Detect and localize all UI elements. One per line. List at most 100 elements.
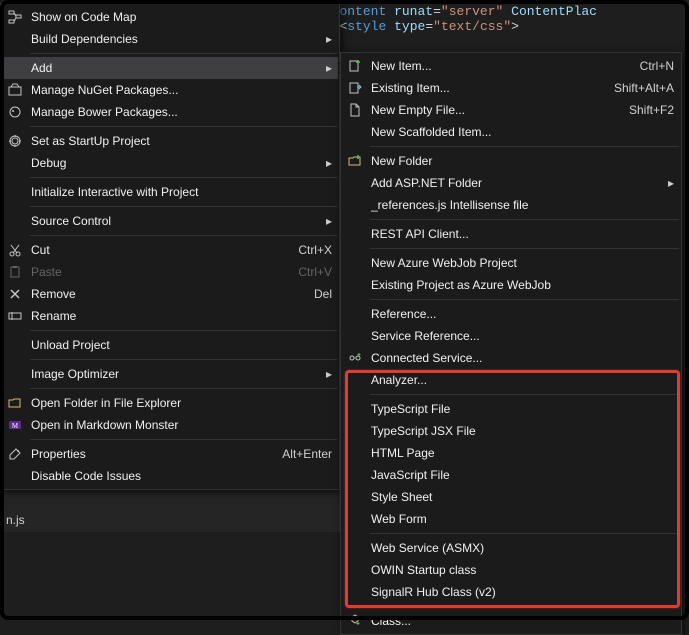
ctx-source-control[interactable]: Source Control▸ [2,210,338,232]
add-class[interactable]: Class... [342,610,680,632]
add-references-js-intellisense-file[interactable]: _references.js Intellisense file [342,194,680,216]
blank-icon [5,213,25,229]
ctx-disable-code-issues[interactable]: Disable Code Issues [2,465,338,487]
menu-item-label: Cut [31,243,286,257]
chevron-right-icon: ▸ [322,156,332,170]
menu-item-label: Paste [31,265,286,279]
ctx-initialize-interactive-with-project[interactable]: Initialize Interactive with Project [2,181,338,203]
add-style-sheet[interactable]: Style Sheet [342,486,680,508]
menu-separator [30,126,337,127]
ctx-open-in-markdown-monster[interactable]: MOpen in Markdown Monster [2,414,338,436]
add-existing-item[interactable]: Existing Item...Shift+Alt+A [342,77,680,99]
tree-item[interactable]: n.js [6,509,333,531]
add-owin-startup-class[interactable]: OWIN Startup class [342,559,680,581]
menu-separator [370,299,679,300]
add-typescript-file[interactable]: TypeScript File [342,398,680,420]
ctx-open-folder-in-file-explorer[interactable]: Open Folder in File Explorer [2,392,338,414]
ctx-rename[interactable]: Rename [2,305,338,327]
ctx-unload-project[interactable]: Unload Project [2,334,338,356]
blank-icon [345,372,365,388]
add-new-azure-webjob-project[interactable]: New Azure WebJob Project [342,252,680,274]
svg-text:M: M [12,422,19,430]
menu-item-label: Web Form [371,512,674,526]
add-add-asp-net-folder[interactable]: Add ASP.NET Folder▸ [342,172,680,194]
add-existing-project-as-azure-webjob[interactable]: Existing Project as Azure WebJob [342,274,680,296]
chevron-right-icon: ▸ [322,214,332,228]
add-signalr-hub-class-v2[interactable]: SignalR Hub Class (v2) [342,581,680,603]
cut-icon [5,242,25,258]
menu-item-label: New Folder [371,154,674,168]
ctx-add[interactable]: Add▸ [2,57,338,79]
add-new-folder[interactable]: New Folder [342,150,680,172]
blank-icon [345,226,365,242]
menu-item-label: Reference... [371,307,674,321]
menu-item-label: TypeScript JSX File [371,424,674,438]
menu-item-shortcut: Alt+Enter [282,447,332,461]
add-reference[interactable]: Reference... [342,303,680,325]
menu-separator [30,359,337,360]
ctx-set-as-startup-project[interactable]: Set as StartUp Project [2,130,338,152]
ctx-cut[interactable]: CutCtrl+X [2,239,338,261]
ctx-show-on-code-map[interactable]: Show on Code Map [2,6,338,28]
menu-item-shortcut: Shift+Alt+A [614,81,674,95]
properties-icon [5,446,25,462]
add-rest-api-client[interactable]: REST API Client... [342,223,680,245]
folder-open-icon [5,395,25,411]
add-javascript-file[interactable]: JavaScript File [342,464,680,486]
add-analyzer[interactable]: Analyzer... [342,369,680,391]
blank-icon [345,306,365,322]
menu-item-label: New Azure WebJob Project [371,256,674,270]
add-new-item[interactable]: New Item...Ctrl+N [342,55,680,77]
menu-item-label: Manage Bower Packages... [31,105,332,119]
connected-service-icon [345,350,365,366]
menu-item-shortcut: Ctrl+V [298,265,332,279]
existing-item-icon [345,80,365,96]
ctx-remove[interactable]: RemoveDel [2,283,338,305]
menu-item-label: Service Reference... [371,329,674,343]
menu-item-label: New Item... [371,59,628,73]
add-html-page[interactable]: HTML Page [342,442,680,464]
bower-icon [5,104,25,120]
chevron-right-icon: ▸ [664,176,674,190]
blank-icon [345,511,365,527]
blank-icon [345,277,365,293]
ctx-image-optimizer[interactable]: Image Optimizer▸ [2,363,338,385]
remove-icon [5,286,25,302]
blank-icon [5,337,25,353]
ctx-debug[interactable]: Debug▸ [2,152,338,174]
nuget-icon [5,82,25,98]
menu-separator [30,206,337,207]
menu-separator [370,219,679,220]
menu-item-label: Web Service (ASMX) [371,541,674,555]
new-file-icon [345,102,365,118]
add-web-form[interactable]: Web Form [342,508,680,530]
blank-icon [5,468,25,484]
paste-icon [5,264,25,280]
blank-icon [345,489,365,505]
menu-item-label: OWIN Startup class [371,563,674,577]
menu-item-label: Image Optimizer [31,367,322,381]
ctx-manage-nuget-packages[interactable]: Manage NuGet Packages... [2,79,338,101]
menu-item-label: Analyzer... [371,373,674,387]
add-connected-service[interactable]: Connected Service... [342,347,680,369]
ctx-manage-bower-packages[interactable]: Manage Bower Packages... [2,101,338,123]
menu-item-label: Connected Service... [371,351,674,365]
blank-icon [345,562,365,578]
menu-item-label: Show on Code Map [31,10,332,24]
add-new-scaffolded-item[interactable]: New Scaffolded Item... [342,121,680,143]
menu-separator [370,146,679,147]
add-new-empty-file[interactable]: New Empty File...Shift+F2 [342,99,680,121]
context-menu: Show on Code MapBuild Dependencies▸Add▸M… [0,3,340,490]
add-typescript-jsx-file[interactable]: TypeScript JSX File [342,420,680,442]
chevron-right-icon: ▸ [322,367,332,381]
rename-icon [5,308,25,324]
menu-separator [370,394,679,395]
ctx-build-dependencies[interactable]: Build Dependencies▸ [2,28,338,50]
menu-item-label: Debug [31,156,322,170]
blank-icon [5,60,25,76]
add-service-reference[interactable]: Service Reference... [342,325,680,347]
add-web-service-asmx[interactable]: Web Service (ASMX) [342,537,680,559]
blank-icon [345,401,365,417]
menu-item-label: JavaScript File [371,468,674,482]
ctx-properties[interactable]: PropertiesAlt+Enter [2,443,338,465]
